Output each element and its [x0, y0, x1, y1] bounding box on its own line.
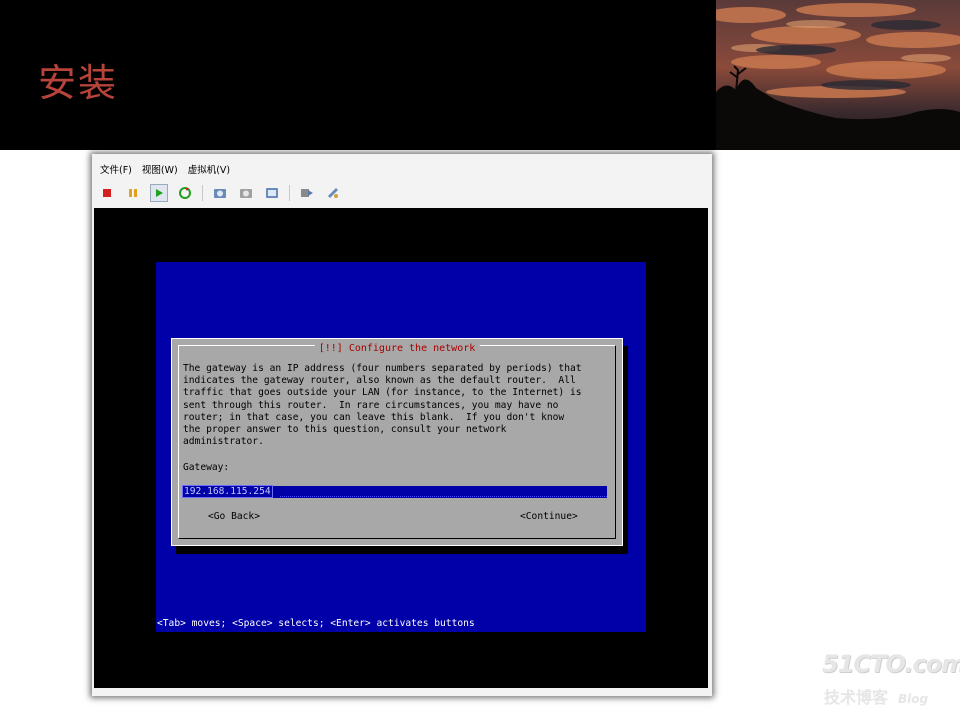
- go-back-button[interactable]: <Go Back>: [208, 511, 260, 522]
- gateway-value: 192.168.115.254: [182, 485, 273, 498]
- vm-window: 文件(F) 视图(W) 虚拟机(V) [!!] Configure the ne…: [92, 154, 712, 696]
- gateway-description: The gateway is an IP address (four numbe…: [183, 363, 582, 448]
- watermark-blog: Blog: [898, 692, 929, 706]
- dialog-title: [!!] Configure the network: [314, 343, 480, 354]
- vm-screen[interactable]: [!!] Configure the network The gateway i…: [94, 208, 708, 688]
- sunset-photo: [716, 0, 960, 150]
- snapshot-icon[interactable]: [211, 184, 229, 202]
- vm-toolbar: [98, 182, 342, 204]
- gateway-label: Gateway:: [183, 462, 230, 473]
- installer-screen: [!!] Configure the network The gateway i…: [156, 262, 646, 632]
- stop-icon[interactable]: [98, 184, 116, 202]
- play-icon[interactable]: [150, 184, 168, 202]
- snapshot-manager-icon[interactable]: [263, 184, 281, 202]
- revert-snapshot-icon[interactable]: [237, 184, 255, 202]
- installer-status-line: <Tab> moves; <Space> selects; <Enter> ac…: [157, 618, 475, 629]
- pause-icon[interactable]: [124, 184, 142, 202]
- toolbar-separator: [202, 185, 203, 201]
- slide-header: 安装: [0, 0, 960, 150]
- reset-icon[interactable]: [176, 184, 194, 202]
- configure-network-dialog: [!!] Configure the network The gateway i…: [171, 338, 623, 546]
- menu-file[interactable]: 文件(F): [100, 162, 132, 180]
- menu-vm[interactable]: 虚拟机(V): [188, 162, 230, 180]
- slide-title: 安装: [38, 61, 119, 105]
- watermark-sub: 技术博客 Blog: [824, 684, 928, 708]
- continue-button[interactable]: <Continue>: [520, 511, 578, 522]
- menu-view[interactable]: 视图(W): [142, 162, 178, 180]
- input-fill-line: [280, 495, 607, 497]
- watermark-sub-text: 技术博客: [824, 688, 889, 707]
- settings-icon[interactable]: [324, 184, 342, 202]
- watermark: 51CTO.com 技术博客 Blog: [822, 650, 960, 707]
- watermark-main: 51CTO.com: [822, 650, 960, 678]
- gateway-input[interactable]: 192.168.115.254: [182, 485, 607, 498]
- vm-menubar: 文件(F) 视图(W) 虚拟机(V): [92, 162, 230, 180]
- toolbar-separator: [289, 185, 290, 201]
- send-ctrl-alt-del-icon[interactable]: [298, 184, 316, 202]
